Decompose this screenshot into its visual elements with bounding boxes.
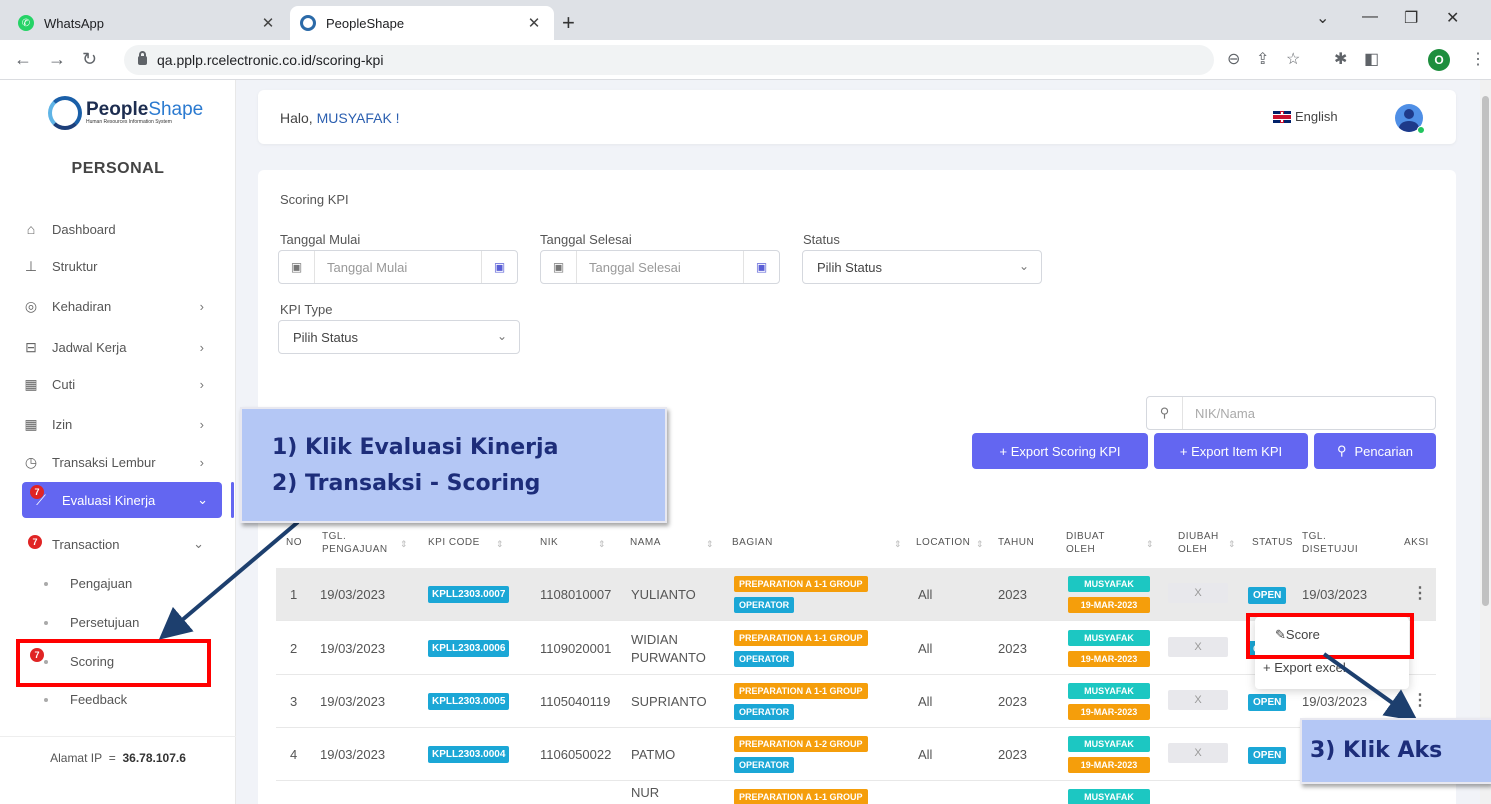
callout-step-3: 3) Klik Aks: [1300, 718, 1491, 784]
arrow-to-scoring: [158, 520, 300, 640]
screen: { "browser": { "tabs": [ {"title": "What…: [0, 0, 1491, 804]
callout-step1: 1) Klik Evaluasi Kinerja: [272, 435, 559, 460]
callout-step2: 2) Transaksi - Scoring: [272, 471, 541, 496]
arrow-to-aksi: [1322, 652, 1418, 721]
callout-steps-1-2: 1) Klik Evaluasi Kinerja 2) Transaksi - …: [240, 407, 667, 523]
annotation-arrows: [158, 520, 1418, 721]
callout-step3: 3) Klik Aks: [1310, 738, 1443, 763]
